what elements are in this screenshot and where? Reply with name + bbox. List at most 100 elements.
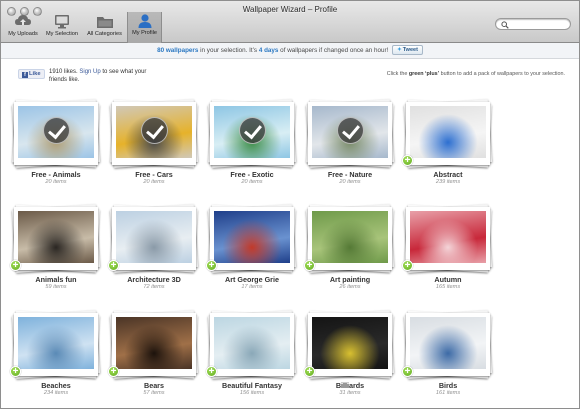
- category-name: Art George Grie: [225, 275, 279, 284]
- wallpaper-stack[interactable]: [11, 204, 101, 273]
- wallpaper-stack[interactable]: [11, 310, 101, 379]
- add-pack-plus-button[interactable]: +: [10, 260, 21, 271]
- category-tile[interactable]: + Birds 161 items: [400, 310, 496, 408]
- category-tile[interactable]: + Autumn 165 items: [400, 204, 496, 312]
- wallpaper-stack[interactable]: [403, 310, 493, 379]
- add-pack-plus-button[interactable]: +: [108, 260, 119, 271]
- category-item-count: 20 items: [45, 179, 67, 185]
- category-tile[interactable]: + Abstract 239 items: [400, 99, 496, 207]
- wallpaper-stack[interactable]: [305, 204, 395, 273]
- wallpaper-thumbnail: [116, 317, 192, 369]
- category-item-count: 57 items: [143, 390, 165, 396]
- wallpaper-stack[interactable]: [305, 310, 395, 379]
- category-tile[interactable]: + Beautiful Fantasy 156 items: [204, 310, 300, 408]
- selection-info-bar: 80 wallpapers in your selection. It’s 4 …: [1, 43, 579, 59]
- category-item-count: 161 items: [435, 390, 461, 396]
- search-icon: [501, 21, 509, 29]
- likes-summary: 1910 likes. Sign Up to see what your fri…: [49, 68, 149, 84]
- category-item-count: 26 items: [339, 284, 361, 290]
- monitor-icon: [55, 15, 69, 29]
- add-pack-plus-button[interactable]: +: [402, 366, 413, 377]
- category-item-count: 239 items: [435, 179, 461, 185]
- tab-my-selection-label: My Selection: [45, 31, 79, 37]
- category-name: Free - Nature: [327, 170, 373, 179]
- category-name: Beautiful Fantasy: [222, 381, 282, 390]
- category-item-count: 165 items: [435, 284, 461, 290]
- add-pack-plus-button[interactable]: +: [108, 366, 119, 377]
- category-name: Abstract: [433, 170, 463, 179]
- app-window: Wallpaper Wizard – Profile My Uploads My…: [0, 0, 580, 409]
- wallpaper-thumbnail: [214, 317, 290, 369]
- category-tile[interactable]: + Billiards 31 items: [302, 310, 398, 408]
- wallpaper-stack[interactable]: [403, 99, 493, 168]
- category-name: Animals fun: [35, 275, 77, 284]
- selected-check-icon[interactable]: [43, 117, 70, 144]
- wallpaper-thumbnail: [410, 211, 486, 263]
- tab-my-uploads[interactable]: My Uploads: [4, 13, 42, 42]
- add-pack-plus-button[interactable]: +: [206, 260, 217, 271]
- category-name: Beaches: [41, 381, 71, 390]
- wallpaper-stack[interactable]: [11, 99, 101, 168]
- add-pack-plus-button[interactable]: +: [402, 260, 413, 271]
- category-item-count: 20 items: [241, 179, 263, 185]
- add-pack-plus-button[interactable]: +: [206, 366, 217, 377]
- toolbar: Wallpaper Wizard – Profile My Uploads My…: [1, 1, 579, 43]
- category-name: Architecture 3D: [127, 275, 181, 284]
- category-tile[interactable]: + Art painting 26 items: [302, 204, 398, 312]
- category-tile[interactable]: Free - Nature 20 items: [302, 99, 398, 207]
- category-tile[interactable]: Free - Animals 20 items: [8, 99, 104, 207]
- category-tile[interactable]: + Art George Grie 17 items: [204, 204, 300, 312]
- wallpaper-stack[interactable]: [109, 310, 199, 379]
- add-pack-plus-button[interactable]: +: [402, 155, 413, 166]
- likes-count-text: 1910 likes.: [49, 69, 80, 75]
- category-name: Free - Animals: [31, 170, 81, 179]
- category-tile[interactable]: + Bears 57 items: [106, 310, 202, 408]
- facebook-icon: f: [22, 71, 28, 78]
- selected-check-icon[interactable]: [239, 117, 266, 144]
- category-tile[interactable]: + Animals fun 59 items: [8, 204, 104, 312]
- wallpaper-stack[interactable]: [109, 99, 199, 168]
- add-pack-plus-button[interactable]: +: [304, 366, 315, 377]
- sign-up-link[interactable]: Sign Up: [79, 69, 100, 75]
- facebook-like-button[interactable]: f Like: [18, 69, 45, 79]
- wallpaper-thumbnail: [410, 106, 486, 158]
- wallpaper-stack[interactable]: [207, 310, 297, 379]
- like-label: Like: [29, 71, 41, 77]
- wallpaper-thumbnail: [312, 211, 388, 263]
- tab-my-profile[interactable]: My Profile: [127, 12, 162, 43]
- add-pack-plus-button[interactable]: +: [304, 260, 315, 271]
- category-tile[interactable]: Free - Exotic 20 items: [204, 99, 300, 207]
- selected-check-icon[interactable]: [141, 117, 168, 144]
- folder-icon: [96, 17, 113, 28]
- info-text-2: of wallpapers if changed once an hour!: [278, 47, 389, 54]
- wallpaper-count: 80 wallpapers: [157, 47, 199, 54]
- wallpaper-thumbnail: [214, 211, 290, 263]
- tab-my-selection[interactable]: My Selection: [43, 13, 81, 42]
- tab-all-categories[interactable]: All Categories: [83, 13, 126, 42]
- wallpaper-stack[interactable]: [207, 204, 297, 273]
- category-item-count: 59 items: [45, 284, 67, 290]
- tab-my-uploads-label: My Uploads: [8, 31, 38, 37]
- category-item-count: 20 items: [339, 179, 361, 185]
- selected-check-icon[interactable]: [337, 117, 364, 144]
- tweet-button[interactable]: ✦Tweet: [392, 45, 423, 56]
- category-name: Free - Exotic: [230, 170, 274, 179]
- category-tile[interactable]: + Architecture 3D 72 items: [106, 204, 202, 312]
- wallpaper-stack[interactable]: [403, 204, 493, 273]
- tweet-label: Tweet: [402, 47, 418, 54]
- user-icon: [138, 14, 151, 28]
- add-pack-plus-button[interactable]: +: [10, 366, 21, 377]
- wallpaper-stack[interactable]: [305, 99, 395, 168]
- category-item-count: 234 items: [43, 390, 69, 396]
- category-tile[interactable]: + Beaches 234 items: [8, 310, 104, 408]
- search-field[interactable]: [495, 18, 571, 30]
- info-text-1: in your selection. It’s: [198, 47, 259, 54]
- duration-value: 4 days: [258, 47, 279, 54]
- wallpaper-stack[interactable]: [109, 204, 199, 273]
- plus-hint-text: Click the green ‘plus’ button to add a p…: [387, 71, 565, 77]
- wallpaper-stack[interactable]: [207, 99, 297, 168]
- category-tile[interactable]: Free - Cars 20 items: [106, 99, 202, 207]
- category-item-count: 72 items: [143, 284, 165, 290]
- wallpaper-thumbnail: [18, 211, 94, 263]
- tab-my-profile-label: My Profile: [132, 30, 157, 36]
